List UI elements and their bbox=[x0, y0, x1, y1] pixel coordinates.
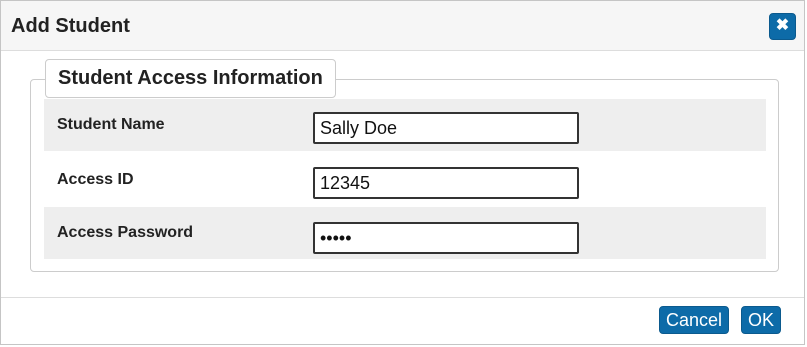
access-id-label: Access ID bbox=[57, 171, 134, 188]
close-icon: ✖ bbox=[775, 17, 790, 34]
add-student-dialog: Add Student ✖ Student Access Information… bbox=[0, 0, 805, 345]
student-name-input[interactable] bbox=[313, 112, 579, 144]
close-button[interactable]: ✖ bbox=[769, 13, 796, 40]
cancel-button[interactable]: Cancel bbox=[659, 306, 729, 334]
student-name-label: Student Name bbox=[57, 116, 165, 133]
access-password-input[interactable] bbox=[313, 222, 579, 254]
dialog-title: Add Student bbox=[11, 15, 130, 37]
student-name-row: Student Name bbox=[44, 99, 766, 151]
dialog-titlebar: Add Student ✖ bbox=[1, 1, 804, 51]
ok-button[interactable]: OK bbox=[741, 306, 781, 334]
access-password-row: Access Password bbox=[44, 207, 766, 259]
section-legend: Student Access Information bbox=[45, 59, 336, 98]
footer-divider bbox=[1, 297, 804, 298]
access-password-label: Access Password bbox=[57, 224, 194, 241]
access-id-row: Access ID bbox=[44, 154, 766, 206]
access-id-input[interactable] bbox=[313, 167, 579, 199]
